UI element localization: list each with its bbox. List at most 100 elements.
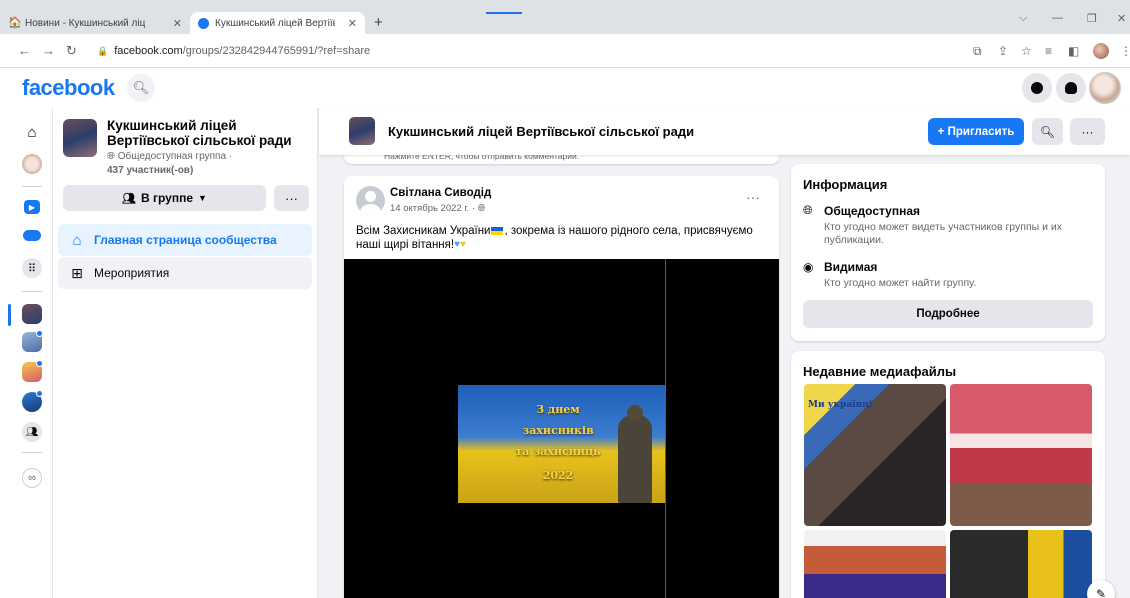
link-icon[interactable]: ∞ — [22, 468, 42, 488]
soldier-illustration — [618, 405, 652, 503]
nav-events[interactable]: ⊞ Мероприятия — [58, 257, 312, 289]
defenders-day-banner: З днем захисників та захисниць 2022 — [458, 385, 665, 503]
home-icon: ⌂ — [72, 231, 82, 249]
globe-icon: 🌐︎ — [803, 203, 813, 217]
group-privacy-label: 🌐︎ Общедоступная группа · — [107, 151, 232, 162]
minimize-window-icon[interactable]: — — [1052, 12, 1063, 24]
media-thumbnail[interactable]: Ми українці — [804, 384, 946, 526]
rail-divider — [22, 452, 42, 453]
share-icon[interactable]: ⇪ — [998, 44, 1008, 58]
media-thumbnail[interactable] — [950, 384, 1092, 526]
public-title: Общедоступная — [824, 204, 921, 218]
unread-dot — [36, 390, 43, 397]
globe-icon: 🌐︎ — [477, 203, 486, 214]
lock-icon: 🔒 — [97, 46, 109, 56]
visible-title: Видимая — [824, 260, 878, 274]
side-panel-icon[interactable]: ◧ — [1068, 44, 1079, 58]
bookmark-star-icon[interactable]: ☆ — [1021, 44, 1032, 58]
eye-icon: ◉ — [803, 260, 814, 274]
forward-arrow-icon[interactable]: → — [42, 43, 55, 58]
members-icon: 👥︎ — [122, 192, 137, 205]
apps-grid-icon[interactable]: ⠿ — [22, 258, 42, 278]
left-icon-rail: ⌂ ▶ ⠿ 👥︎ ∞ — [0, 108, 53, 598]
tab-strip-accent — [486, 12, 522, 14]
group-more-button[interactable]: ··· — [274, 185, 309, 211]
screenshot-icon[interactable]: ⧉ — [973, 44, 982, 59]
media-card-title: Недавние медиафайлы — [803, 364, 957, 379]
group-info-card: Информация 🌐︎ Общедоступная Кто угодно м… — [791, 164, 1105, 341]
nav-community-home[interactable]: ⌂ Главная страница сообщества — [58, 224, 312, 256]
rail-divider — [22, 186, 42, 187]
post-video[interactable]: З днем захисників та захисниць 2022 — [344, 259, 779, 598]
group-cover-thumbnail[interactable] — [349, 117, 375, 145]
feed-post: Світлана Сиводід 14 октябрь 2022 г. · 🌐︎… — [344, 176, 779, 598]
post-author[interactable]: Світлана Сиводід — [390, 187, 491, 199]
media-thumbnail[interactable] — [950, 530, 1092, 598]
home-icon[interactable]: ⌂ — [22, 122, 42, 142]
close-window-icon[interactable]: ✕ — [1117, 12, 1126, 25]
post-text-part: Всім Захисникам України — [356, 225, 491, 237]
caret-down-icon: ▼ — [198, 193, 207, 203]
video-divider-line — [665, 259, 666, 598]
recent-media-card: Недавние медиафайлы Ми українці — [791, 351, 1105, 598]
reload-icon[interactable]: ↻ — [66, 43, 77, 59]
group-cover-thumbnail[interactable] — [63, 119, 97, 157]
notifications-bell-icon[interactable] — [1056, 73, 1086, 103]
ukraine-flag-icon — [491, 226, 504, 235]
post-date[interactable]: 14 октябрь 2022 г. · 🌐︎ — [390, 203, 485, 214]
invite-button[interactable]: + Пригласить — [928, 118, 1024, 145]
browser-profile-avatar[interactable] — [1093, 43, 1109, 59]
profile-avatar[interactable] — [22, 154, 42, 174]
post-more-button[interactable]: ··· — [746, 189, 760, 205]
media-thumbnail[interactable] — [804, 530, 946, 598]
account-avatar[interactable] — [1089, 72, 1121, 104]
nav-label: Главная страница сообщества — [94, 233, 277, 247]
info-card-title: Информация — [803, 177, 888, 192]
details-button[interactable]: Подробнее — [803, 300, 1093, 328]
unread-dot — [36, 330, 43, 337]
search-icon[interactable]: 🔍︎ — [127, 74, 155, 102]
group-title[interactable]: Кукшинський ліцей Вертіївської сільської… — [388, 124, 694, 139]
facebook-logo[interactable]: facebook — [22, 75, 115, 101]
browser-menu-icon[interactable]: ⋮ — [1120, 44, 1130, 58]
back-arrow-icon[interactable]: ← — [18, 43, 31, 58]
thumbnail-caption: Ми українці — [808, 400, 873, 410]
rail-divider — [22, 291, 42, 292]
browser-tab-group[interactable]: Кукшинський ліцей Вертіївсько ✕ — [190, 12, 365, 34]
reading-list-icon[interactable]: ≡ — [1045, 44, 1052, 58]
gaming-icon[interactable] — [23, 230, 41, 241]
active-group-indicator — [8, 304, 11, 326]
url-path: /groups/232842944765991/?ref=share — [182, 45, 371, 57]
browser-tab-label: Кукшинський ліцей Вертіївсько — [215, 17, 335, 29]
close-tab-icon[interactable]: ✕ — [348, 17, 357, 30]
unread-dot — [36, 360, 43, 367]
browser-tab-label: Новини - Кукшинський ліцей Ве — [25, 17, 145, 29]
group-more-button[interactable]: ··· — [1070, 118, 1105, 145]
post-date-text: 14 октябрь 2022 г. · — [390, 203, 476, 214]
group-shortcut-current[interactable] — [22, 304, 42, 324]
visible-description: Кто угодно может найти группу. — [824, 277, 977, 289]
facebook-header: facebook 🔍︎ — [0, 68, 1130, 108]
watch-video-icon[interactable]: ▶ — [24, 200, 40, 214]
browser-tab-strip: 🏠 Новини - Кукшинський ліцей Ве ✕ Кукшин… — [0, 0, 1130, 34]
facebook-favicon-icon — [198, 17, 209, 29]
new-message-edit-icon[interactable]: ✎ — [1087, 580, 1115, 598]
author-avatar[interactable] — [356, 186, 385, 215]
browser-tab-news[interactable]: 🏠 Новини - Кукшинський ліцей Ве ✕ — [0, 12, 190, 34]
browser-address-bar: ← → ↻ 🔒 facebook.com/groups/2328429447659… — [0, 34, 1130, 68]
yellow-heart-icon: ♥ — [460, 239, 466, 250]
group-name[interactable]: Кукшинський ліцей Вертіївської сільської… — [107, 118, 312, 148]
group-member-count[interactable]: 437 участник(-ов) — [107, 165, 193, 176]
tab-search-chevron-icon[interactable]: ⌵ — [1019, 12, 1027, 25]
messenger-icon[interactable] — [1022, 73, 1052, 103]
restore-window-icon[interactable]: ❐ — [1087, 12, 1097, 25]
groups-people-icon[interactable]: 👥︎ — [22, 422, 42, 442]
in-group-button[interactable]: 👥︎ В группе ▼ — [63, 185, 266, 211]
search-icon[interactable]: 🔍︎ — [1032, 118, 1063, 145]
close-tab-icon[interactable]: ✕ — [173, 17, 182, 30]
url-field[interactable]: 🔒 facebook.com/groups/232842944765991/?re… — [97, 45, 370, 57]
group-privacy-text: Общедоступная группа · — [117, 151, 233, 162]
new-tab-button[interactable]: + — [374, 14, 383, 31]
calendar-grid-icon: ⊞ — [71, 264, 83, 281]
in-group-label: В группе — [141, 191, 194, 205]
